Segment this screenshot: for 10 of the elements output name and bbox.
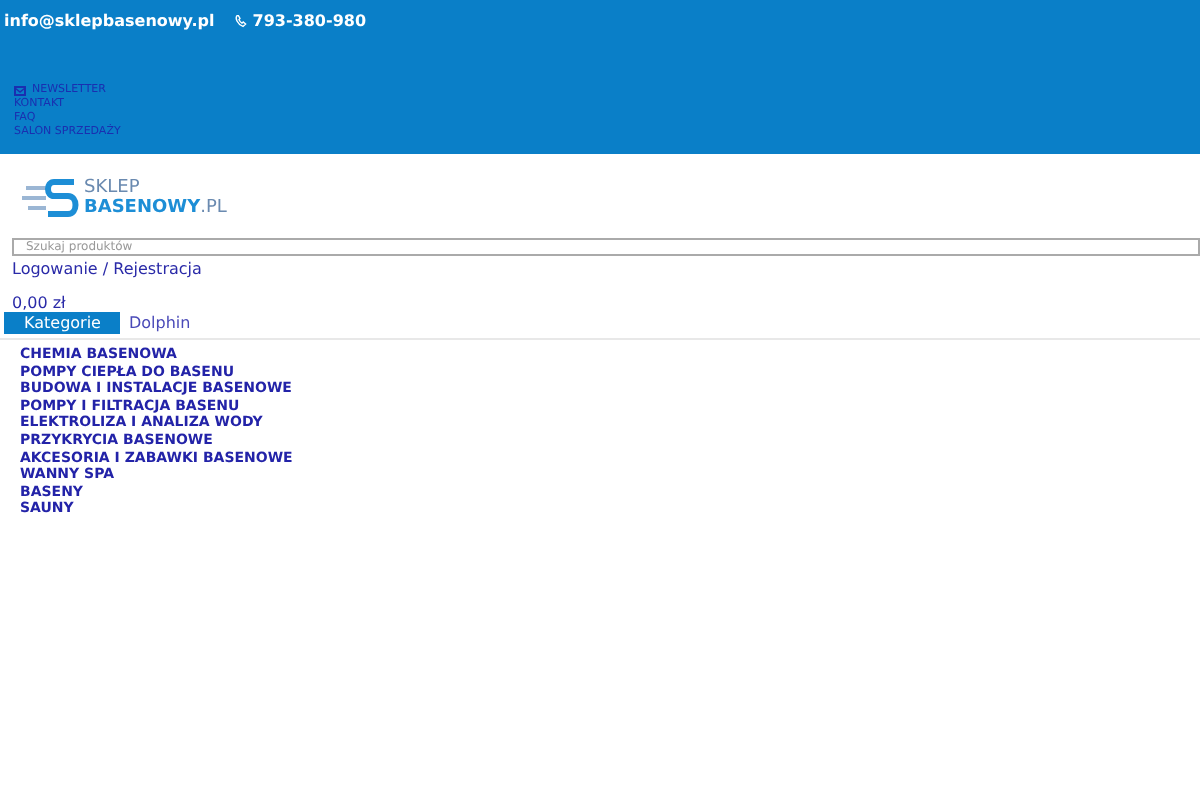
cart-total: 0,00 zł <box>12 294 68 312</box>
envelope-icon <box>14 86 26 96</box>
phone-icon <box>234 14 249 28</box>
logo-icon <box>20 176 80 220</box>
login-link[interactable]: Logowanie / Rejestracja <box>12 260 1200 278</box>
email-address: info@sklepbasenowy.pl <box>4 12 215 30</box>
phone-number: 793-380-980 <box>252 12 367 30</box>
promo-link[interactable]: Dolphin <box>128 314 191 332</box>
categories-button[interactable]: Kategorie <box>4 312 121 334</box>
logo-text: SKLEP BASENOWY.PL <box>84 178 227 218</box>
